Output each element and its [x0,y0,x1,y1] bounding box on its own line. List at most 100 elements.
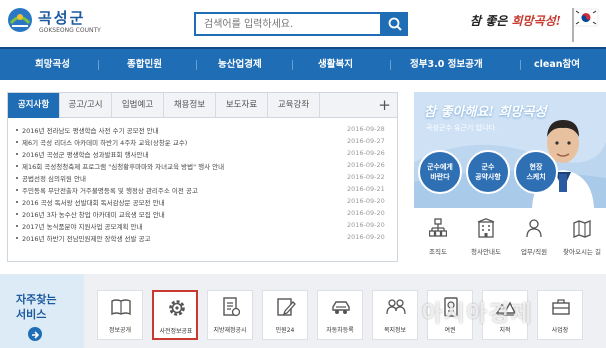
field-sketch-button[interactable]: 현장 스케치 [514,150,558,194]
tab-jobs[interactable]: 채용정보 [164,93,216,118]
nav-item-gov30[interactable]: 정부3.0 정보공개 [410,49,483,80]
person-icon [526,219,542,238]
bullet-icon [16,177,18,179]
promo-subtitle: 곡성군수 유근기 입니다. [426,124,498,132]
gear-icon [169,300,185,316]
more-button[interactable]: + [372,93,397,118]
briefcase-icon [552,299,570,315]
nav-divider [520,60,521,70]
search-input[interactable] [194,12,382,36]
services-title-line1: 자주찾는 [16,293,57,306]
logo-mark-icon [8,8,32,32]
car-icon [332,301,350,314]
quick-link-org-chart[interactable]: 조직도 [414,212,462,264]
service-business-site[interactable]: 사업장 [537,290,583,340]
quick-link-label: 업무/직원 [520,248,548,256]
nav-item-agri-economy[interactable]: 농산업경제 [218,49,262,80]
service-label: 정보공개 [108,327,132,334]
slogan-text: 참 좋은 [470,14,512,28]
notice-date: 2016-09-28 [347,125,385,133]
notice-date: 2016-09-20 [347,197,385,205]
circle-label-line1: 군수에게 [427,163,453,171]
gokseong-logo[interactable]: 곡성군 GOKSEONG COUNTY [6,4,101,40]
circle-label-line2: 스케치 [526,173,546,181]
services-arrow-button[interactable] [28,327,42,341]
logo-subtitle: GOKSEONG COUNTY [39,27,101,34]
service-label: 사전정보공표 [159,328,193,335]
search-button[interactable] [382,12,408,36]
circle-label-line2: 공약사항 [475,173,501,181]
quick-links: 조직도 청사안내도 업무/직원 찾아오시는 길 [414,212,606,264]
notice-item[interactable]: 2016년 전라남도 평생학습 사전 수기 공모전 안내 2016-09-28 [14,124,392,136]
notice-date: 2016-09-20 [347,209,385,217]
nav-item-clean[interactable]: clean참여 [534,49,580,80]
notice-board: 공지사항 공고/고시 입법예고 채용정보 보도자료 교육강좌 + 2016년 전… [7,92,398,262]
promo-title: 참 좋아해요! 희망곡성 [424,105,547,120]
notice-item[interactable]: 2016년 곡성군 평생학습 성과발표회 행사안내 2016-09-26 [14,148,392,160]
notice-title: 2016 곡성 독서왕 선발대회 독서감상문 공모전 안내 [22,199,165,207]
circle-label-line1: 군수 [481,163,495,171]
service-label: 지방재정공시 [213,327,247,334]
bullet-icon [16,129,18,131]
notice-item[interactable]: 제6기 곡성 리더스 아카데미 하반기 4주차 교육(상창운 교수) 2016-0… [14,136,392,148]
slogan-highlight: 희망곡성! [511,14,561,28]
bullet-icon [16,237,18,239]
tab-notices[interactable]: 공지사항 [8,93,60,118]
mayor-promo-panel: 참 좋아해요! 희망곡성 곡성군수 유근기 입니다. 군수에게 바란다 군수 공… [414,92,606,208]
notice-item[interactable]: 2016년 3차 농수산 창업 아카데미 교육생 모집 안내 2016-09-20 [14,208,392,220]
notice-item[interactable]: 2016년 하반기 전남민원제안 장학생 선발 공고 2016-09-20 [14,232,392,244]
mayor-pledges-button[interactable]: 군수 공약사항 [466,150,510,194]
notice-item[interactable]: 2017년 농식품분야 지원사업 공모계획 안내 2016-09-20 [14,220,392,232]
main-nav: 희망곡성 종합민원 농산업경제 생활복지 정부3.0 정보공개 clean참여 [0,47,606,80]
service-minwon24[interactable]: 민원24 [262,290,308,340]
korea-flag-icon [572,8,599,42]
quick-link-directions[interactable]: 찾아오시는 길 [558,212,606,264]
bullet-icon [16,225,18,227]
search-bar [194,12,408,36]
slogan: 참 좋은 희망곡성! [470,12,561,29]
service-local-finance[interactable]: 지방재정공시 [207,290,253,340]
tab-education[interactable]: 교육강좌 [268,93,320,118]
nav-item-civil-service[interactable]: 종합민원 [127,49,162,80]
quick-link-label: 청사안내도 [471,248,501,256]
bullet-icon [16,165,18,167]
bullet-icon [16,153,18,155]
notice-title: 2016년 하반기 전남민원제안 장학생 선발 공고 [22,235,151,243]
quick-link-label: 조직도 [429,248,447,256]
notice-date: 2016-09-22 [347,173,385,181]
notice-title: 주민등록 무단전출자 거주불명등록 및 행정상 관리주소 이전 공고 [22,187,198,195]
service-pre-disclosure[interactable]: 사전정보공표 [152,290,198,340]
service-vehicle-registration[interactable]: 자동차등록 [317,290,363,340]
building-icon [477,218,495,238]
notice-item[interactable]: 공법선정 심의위원 안내 2016-09-22 [14,172,392,184]
suggest-to-mayor-button[interactable]: 군수에게 바란다 [418,150,462,194]
bullet-icon [16,213,18,215]
bullet-icon [16,189,18,191]
nav-divider [390,60,391,70]
service-info-disclosure[interactable]: 정보공개 [97,290,143,340]
notice-item[interactable]: 제16회 곡성청청축제 프로그램 "심청황후마마와 자녀교육 방법" 행사 안내… [14,160,392,172]
quick-link-building-guide[interactable]: 청사안내도 [462,212,510,264]
tab-legislation[interactable]: 입법예고 [112,93,164,118]
service-label: 자동차등록 [326,327,354,334]
site-header: 곡성군 GOKSEONG COUNTY 참 좋은 희망곡성! [0,0,606,46]
notice-title: 2016년 전라남도 평생학습 사전 수기 공모전 안내 [22,127,159,135]
notice-item[interactable]: 주민등록 무단전출자 거주불명등록 및 행정상 관리주소 이전 공고 2016-0… [14,184,392,196]
service-welfare-info[interactable]: 복지정보 [372,290,418,340]
arrow-right-icon [32,331,40,339]
notice-title: 2017년 농식품분야 지원사업 공모계획 안내 [22,223,143,231]
quick-link-staff[interactable]: 업무/직원 [510,212,558,264]
bullet-icon [16,141,18,143]
nav-item-welfare[interactable]: 생활복지 [318,49,353,80]
book-icon [111,299,131,316]
quick-link-label: 찾아오시는 길 [563,248,601,256]
notice-date: 2016-09-21 [347,185,385,193]
nav-item-hope-gokseong[interactable]: 희망곡성 [35,49,70,80]
service-label: 복지정보 [383,327,407,334]
watermark: 아시아경제 [422,302,534,327]
nav-divider [98,60,99,70]
notice-item[interactable]: 2016 곡성 독서왕 선발대회 독서감상문 공모전 안내 2016-09-20 [14,196,392,208]
notice-title: 공법선정 심의위원 안내 [22,175,86,183]
tab-announcements[interactable]: 공고/고시 [60,93,112,118]
tab-press[interactable]: 보도자료 [216,93,268,118]
